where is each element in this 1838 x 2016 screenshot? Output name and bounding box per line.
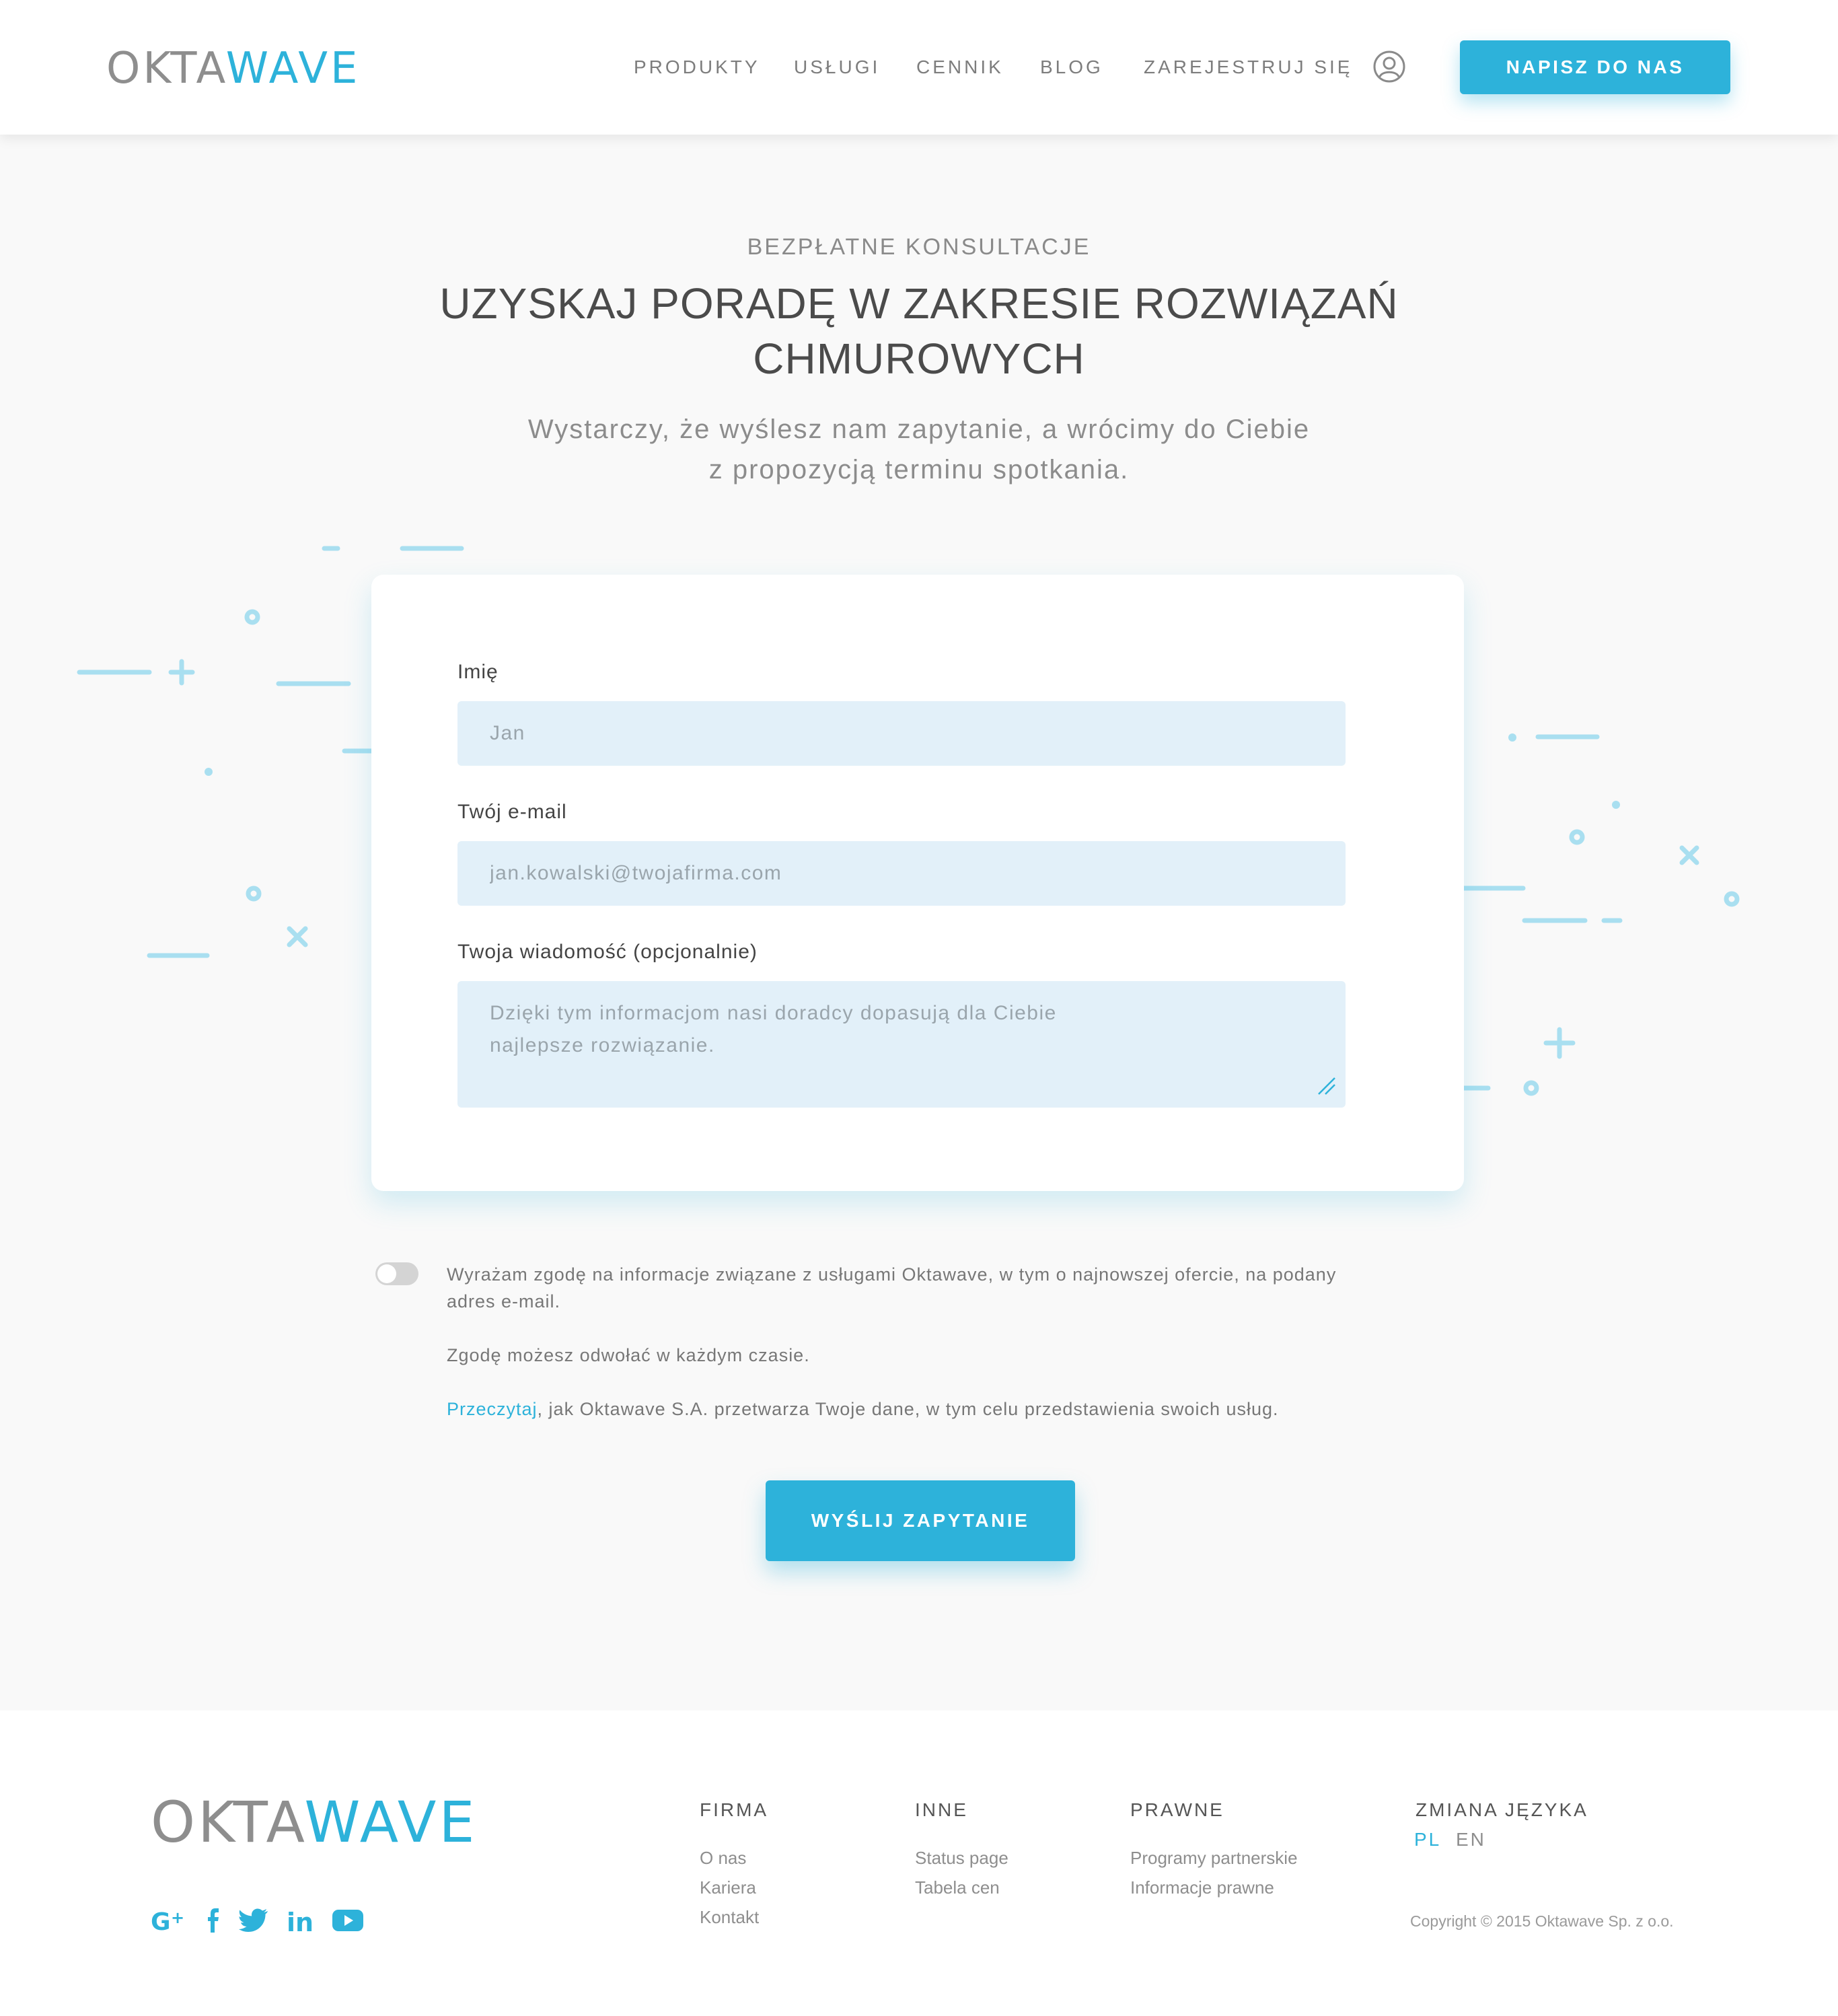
consent-toggle[interactable] [375,1262,418,1285]
footer-link-programy-partnerskie[interactable]: Programy partnerskie [1130,1848,1298,1868]
site-footer: OKTAWAVE G + in FIRMA O nas Kariera Kont… [0,1711,1838,2016]
privacy-info: Przeczytaj, jak Oktawave S.A. przetwarza… [447,1396,1402,1423]
footer-heading-firma: FIRMA [700,1799,769,1820]
footer-heading-prawne: PRAWNE [1130,1799,1224,1820]
logo-part-wave: WAVE [225,44,361,94]
nav-item-produkty[interactable]: PRODUKTY [634,57,760,78]
name-input[interactable] [457,701,1346,766]
footer-link-o-nas[interactable]: O nas [700,1848,746,1868]
hero-lead: Wystarczy, że wyślesz nam zapytanie, a w… [448,409,1390,490]
contact-us-button[interactable]: NAPISZ DO NAS [1460,40,1730,94]
consent-text: Wyrażam zgodę na informacje związane z u… [447,1261,1402,1315]
nav-item-cennik[interactable]: CENNIK [916,57,1004,78]
language-option-en[interactable]: EN [1456,1829,1486,1850]
footer-heading-inne: INNE [915,1799,968,1820]
language-option-pl[interactable]: PL [1414,1829,1441,1850]
google-plus-icon[interactable]: G + [151,1904,188,1937]
facebook-icon[interactable] [205,1904,221,1937]
email-label: Twój e-mail [457,801,567,823]
copyright-text: Copyright © 2015 Oktawave Sp. z o.o. [1410,1912,1674,1930]
svg-text:in: in [287,1908,314,1937]
resize-handle-icon[interactable] [1317,1077,1336,1095]
user-circle-icon[interactable] [1372,50,1406,83]
nav-item-register[interactable]: ZAREJESTRUJ SIĘ [1144,57,1352,78]
contact-form-card: Imię Twój e-mail Twoja wiadomość (opcjon… [371,575,1464,1191]
privacy-read-link[interactable]: Przeczytaj [447,1399,538,1419]
consent-text-line-1: Wyrażam zgodę na informacje związane z u… [447,1264,1337,1285]
footer-heading-language: ZMIANA JĘZYKA [1416,1799,1588,1820]
footer-link-kariera[interactable]: Kariera [700,1877,756,1898]
message-label: Twoja wiadomość (opcjonalnie) [457,941,758,963]
footer-link-status-page[interactable]: Status page [915,1848,1008,1868]
logo[interactable]: OKTAWAVE [106,47,360,90]
site-header: OKTAWAVE PRODUKTY USŁUGI CENNIK BLOG ZAR… [0,0,1838,135]
name-label: Imię [457,661,499,683]
linkedin-icon[interactable]: in [287,1904,314,1937]
page-title-line-1: UZYSKAJ PORADĘ W ZAKRESIE ROZWIĄZAŃ [439,279,1399,328]
email-input[interactable] [457,841,1346,906]
nav-item-uslugi[interactable]: USŁUGI [794,57,880,78]
logo-part-okta: OKTA [106,44,226,94]
svg-text:+: + [171,1908,184,1927]
page-title: UZYSKAJ PORADĘ W ZAKRESIE ROZWIĄZAŃ CHMU… [381,276,1457,386]
hero-lead-line-1: Wystarczy, że wyślesz nam zapytanie, a w… [527,415,1311,444]
hero-lead-line-2: z propozycją terminu spotkania. [708,455,1130,484]
consent-revoke-text: Zgodę możesz odwołać w każdym czasie. [447,1345,810,1365]
submit-inquiry-button[interactable]: WYŚLIJ ZAPYTANIE [766,1480,1075,1561]
footer-logo-part-wave: WAVE [304,1789,478,1855]
message-textarea[interactable] [457,981,1346,1108]
youtube-icon[interactable] [331,1904,365,1937]
consent-text-line-2: adres e-mail. [447,1291,561,1311]
footer-logo[interactable]: OKTAWAVE [151,1794,477,1850]
twitter-icon[interactable] [238,1904,268,1937]
footer-logo-part-okta: OKTA [151,1789,305,1855]
footer-link-tabela-cen[interactable]: Tabela cen [915,1877,1000,1898]
page-title-line-2: CHMUROWYCH [753,334,1085,383]
footer-link-kontakt[interactable]: Kontakt [700,1907,759,1927]
svg-text:G: G [151,1908,171,1936]
hero-eyebrow: BEZPŁATNE KONSULTACJE [747,234,1091,260]
nav-item-blog[interactable]: BLOG [1040,57,1103,78]
footer-link-informacje-prawne[interactable]: Informacje prawne [1130,1877,1274,1898]
consent-toggle-knob [377,1264,396,1283]
privacy-info-text: , jak Oktawave S.A. przetwarza Twoje dan… [537,1399,1279,1419]
